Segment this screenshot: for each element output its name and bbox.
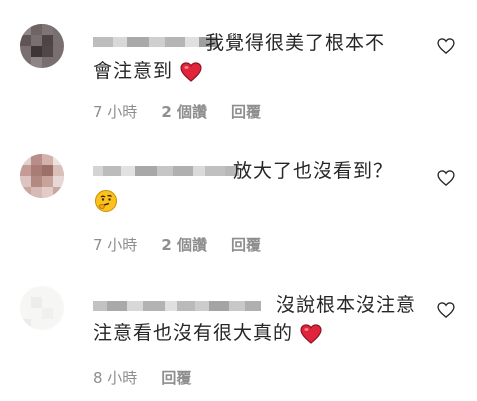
reply-button[interactable]: 回覆: [231, 234, 261, 255]
avatar-blurred[interactable]: [20, 154, 64, 198]
username-blurred[interactable]: [93, 34, 217, 50]
comment-text-line1: 放大了也沒看到？: [233, 160, 394, 182]
red-heart-emoji: [300, 323, 322, 344]
avatar-blurred[interactable]: [20, 24, 64, 68]
thinking-face-emoji: [95, 190, 117, 212]
username-blurred[interactable]: [93, 298, 261, 314]
likes-count[interactable]: 2 個讚: [161, 234, 207, 255]
comment-text-line1: 沒說根本沒注意: [276, 294, 417, 316]
comment-2: 放大了也沒看到？ 7 小時 2 個讚 回覆: [0, 130, 477, 260]
comment-meta: 8 小時 回覆: [93, 367, 191, 388]
timestamp[interactable]: 7 小時: [93, 234, 137, 255]
comment-text-line2-label: 注意看也沒有很大真的: [93, 322, 294, 344]
comment-text-line2-label: 會注意到: [93, 60, 174, 82]
reply-button[interactable]: 回覆: [231, 101, 261, 122]
likes-count[interactable]: 2 個讚: [161, 101, 207, 122]
comment-3: 沒說根本沒注意 注意看也沒有很大真的 8 小時 回覆: [0, 260, 477, 401]
username-blurred[interactable]: [93, 163, 239, 179]
comment-text-line1: 我覺得很美了根本不: [205, 32, 386, 54]
timestamp[interactable]: 7 小時: [93, 101, 137, 122]
timestamp[interactable]: 8 小時: [93, 367, 137, 388]
comment-meta: 7 小時 2 個讚 回覆: [93, 101, 261, 122]
comment-text-line2: 注意看也沒有很大真的: [93, 318, 322, 348]
heart-outline-icon[interactable]: [436, 168, 456, 188]
comment-text-line2: 會注意到: [93, 56, 202, 86]
reply-button[interactable]: 回覆: [161, 367, 191, 388]
comment-meta: 7 小時 2 個讚 回覆: [93, 234, 261, 255]
red-heart-emoji: [180, 61, 202, 82]
avatar-blurred[interactable]: [20, 286, 64, 330]
heart-outline-icon[interactable]: [436, 36, 456, 56]
comment-1: 我覺得很美了根本不 會注意到 7 小時 2 個讚 回覆: [0, 0, 477, 130]
heart-outline-icon[interactable]: [436, 300, 456, 320]
